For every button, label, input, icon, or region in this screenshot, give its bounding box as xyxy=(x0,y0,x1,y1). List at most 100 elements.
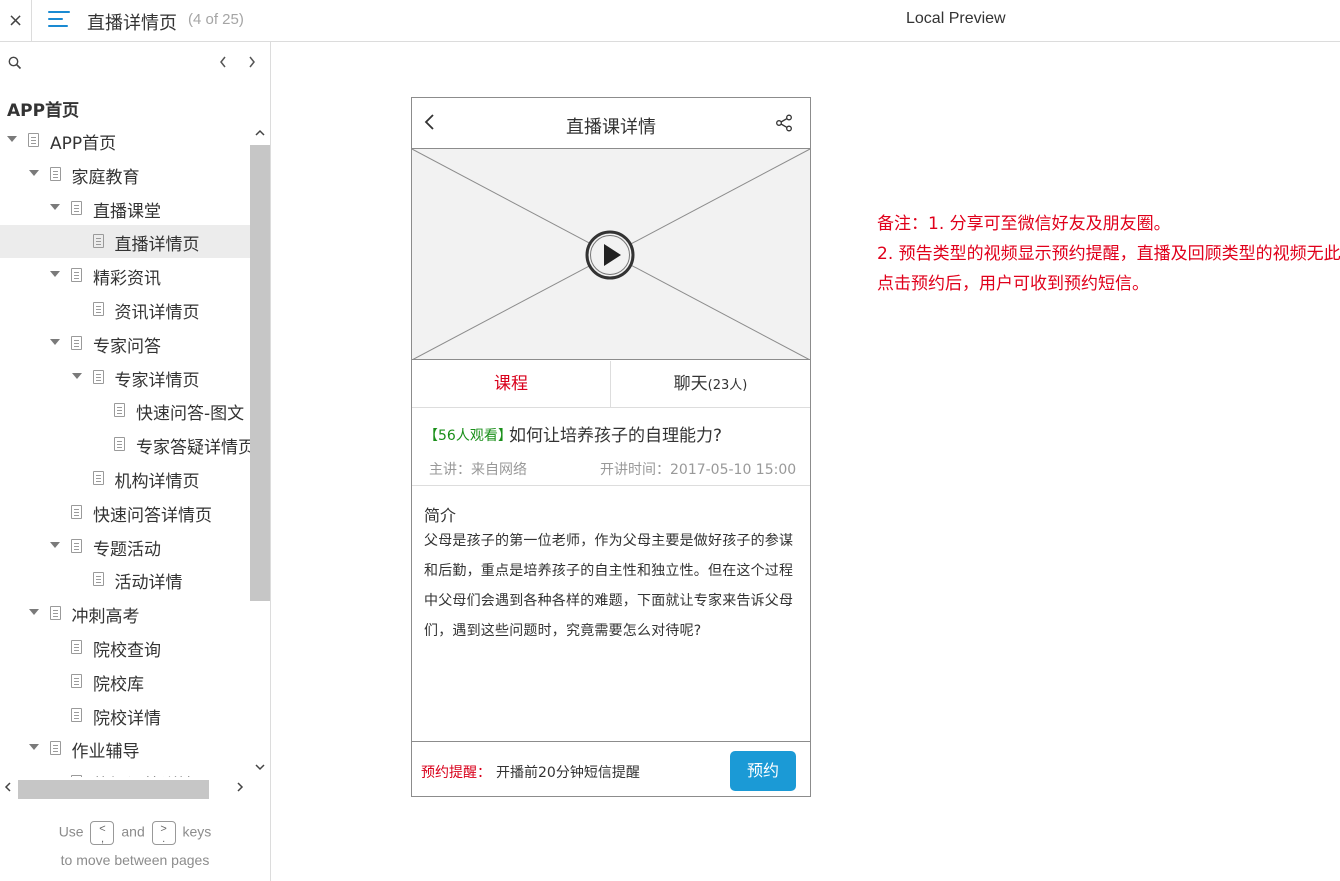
sitemap-item-label: 资讯详情页 xyxy=(114,303,200,323)
search-icon[interactable] xyxy=(8,56,22,70)
scroll-up-button[interactable] xyxy=(252,126,268,142)
page-icon xyxy=(28,133,39,147)
sitemap-heading: APP首页 xyxy=(7,101,80,121)
note-line-3: 点击预约后，用户可收到预约短信。 xyxy=(877,274,1149,294)
scroll-down-button[interactable] xyxy=(252,760,268,776)
caret-down-icon[interactable] xyxy=(50,271,60,278)
page-icon xyxy=(71,775,82,777)
sitemap-item-label: 活动详情 xyxy=(114,573,183,594)
tab-chat[interactable]: 聊天(23人) xyxy=(611,361,810,408)
hint-use: Use xyxy=(58,823,84,840)
sitemap-menu-icon[interactable] xyxy=(48,9,72,31)
preview-label: Local Preview xyxy=(906,10,1006,27)
sitemap-item[interactable]: APP首页 xyxy=(0,124,250,157)
prev-page-button[interactable] xyxy=(216,54,230,72)
book-button[interactable]: 预约 xyxy=(730,751,796,791)
page-icon xyxy=(49,606,61,621)
page-icon xyxy=(49,166,61,181)
sitemap-item-label: 院校查询 xyxy=(93,641,161,661)
sitemap-item-label: APP首页 xyxy=(50,134,117,154)
page-icon xyxy=(92,302,104,316)
page-icon xyxy=(71,538,82,553)
sitemap-item-label: 快速问答-图文 xyxy=(136,404,245,425)
sitemap-item[interactable]: 热门问答详情 xyxy=(0,766,250,777)
sitemap-item-label: 快速问答详情页 xyxy=(93,505,212,526)
page-icon xyxy=(92,471,104,485)
sitemap-item-label: 专题活动 xyxy=(93,539,161,560)
next-page-button[interactable] xyxy=(245,54,259,72)
detail-tabs: 课程 聊天(23人) xyxy=(412,361,810,408)
chevron-right-icon xyxy=(237,782,244,792)
chevron-left-icon xyxy=(4,782,11,792)
note-line-1: 备注：1. 分享可至微信好友及朋友圈。 xyxy=(877,214,1171,234)
chevron-left-icon xyxy=(220,56,226,68)
caret-down-icon[interactable] xyxy=(28,744,39,751)
sitemap-item-label: 专家详情页 xyxy=(114,370,200,391)
caret-down-icon[interactable] xyxy=(71,372,82,379)
sitemap-item[interactable]: 专题活动 xyxy=(0,530,250,563)
caret-down-icon[interactable] xyxy=(28,609,39,616)
page-icon xyxy=(92,572,104,587)
top-bar: × 直播详情页 (4 of 25) Local Preview xyxy=(0,0,1340,42)
caret-down-icon[interactable] xyxy=(7,136,17,142)
start-time-label: 开讲时间：2017-05-10 15:00 xyxy=(600,462,797,478)
sitemap-item[interactable]: 专家问答 xyxy=(0,327,250,360)
page-icon xyxy=(71,673,82,688)
speaker-label: 主讲：来自网络 xyxy=(429,462,527,478)
chevron-right-icon xyxy=(249,56,255,68)
sitemap-item[interactable]: 机构详情页 xyxy=(0,462,250,495)
page-icon xyxy=(114,403,125,418)
close-button[interactable]: × xyxy=(0,0,32,41)
video-player-placeholder[interactable] xyxy=(412,149,810,360)
page-icon xyxy=(71,707,82,722)
sitemap-item[interactable]: 专家详情页 xyxy=(0,361,250,394)
sitemap-item[interactable]: 院校详情 xyxy=(0,699,250,732)
phone-mockup: 直播课详情 课程 聊天(23人) 【56人观看】 如何让培养孩子的自理能力? 主… xyxy=(411,97,811,797)
sitemap-tree: APP首页家庭教育 直播课堂直播详情页精彩资讯资讯详情页专家问答专家详情页快速问答… xyxy=(0,124,250,777)
sitemap-item[interactable]: 直播详情页 xyxy=(0,225,250,259)
next-key-icon: >. xyxy=(151,821,176,845)
course-info: 【56人观看】 如何让培养孩子的自理能力? 主讲：来自网络 开讲时间：2017-… xyxy=(412,408,810,486)
caret-down-icon[interactable] xyxy=(50,338,60,345)
sitemap-item[interactable]: 快速问答-图文 xyxy=(0,394,250,427)
caret-down-icon[interactable] xyxy=(50,541,60,548)
page-icon xyxy=(71,504,82,519)
vertical-scrollbar-thumb[interactable] xyxy=(250,145,270,601)
sitemap-item[interactable]: 院校库 xyxy=(0,665,250,698)
play-icon[interactable] xyxy=(584,229,636,281)
sitemap-item[interactable]: 精彩资讯 xyxy=(0,259,250,292)
phone-header: 直播课详情 xyxy=(412,98,810,149)
page-icon xyxy=(71,640,82,654)
page-icon xyxy=(71,200,82,215)
sitemap-item-label: 热门问答详情 xyxy=(93,771,195,777)
caret-down-icon[interactable] xyxy=(50,203,60,210)
sitemap-item[interactable]: 作业辅导 xyxy=(0,732,250,765)
course-title: 如何让培养孩子的自理能力? xyxy=(509,426,723,446)
scroll-right-button[interactable] xyxy=(232,780,248,798)
tab-chat-label: 聊天 xyxy=(673,374,708,394)
sitemap-item[interactable]: 直播课堂 xyxy=(0,192,250,225)
sitemap-item[interactable]: 快速问答详情页 xyxy=(0,496,250,529)
tab-course[interactable]: 课程 xyxy=(412,361,611,408)
page-title: 直播详情页 xyxy=(87,13,177,34)
sitemap-item[interactable]: 冲刺高考 xyxy=(0,597,250,630)
page-count: (4 of 25) xyxy=(188,11,244,28)
page-icon xyxy=(92,369,104,384)
sitemap-item[interactable]: 家庭教育 xyxy=(0,158,250,191)
sitemap-item[interactable]: 活动详情 xyxy=(0,563,250,596)
sitemap-item[interactable]: 资讯详情页 xyxy=(0,293,250,326)
horizontal-scrollbar-thumb[interactable] xyxy=(18,780,209,799)
sitemap-item-label: 院校库 xyxy=(93,674,144,695)
sitemap-item[interactable]: 院校查询 xyxy=(0,631,250,664)
remind-label: 预约提醒： xyxy=(421,765,491,781)
sitemap-item-label: 直播详情页 xyxy=(114,235,200,256)
sitemap-item[interactable]: 专家答疑详情页 xyxy=(0,428,250,461)
sitemap-item-label: 机构详情页 xyxy=(114,472,200,492)
note-line-2: 2. 预告类型的视频显示预约提醒，直播及回顾类型的视频无此提醒； xyxy=(877,244,1340,264)
scroll-left-button[interactable] xyxy=(0,780,16,798)
caret-down-icon[interactable] xyxy=(28,169,39,176)
reservation-footer: 预约提醒： 开播前20分钟短信提醒 预约 xyxy=(412,741,810,796)
keyboard-hint: Use <, and >. keys xyxy=(0,821,270,845)
sitemap-item-label: 专家问答 xyxy=(93,336,161,357)
share-icon[interactable] xyxy=(775,114,793,132)
